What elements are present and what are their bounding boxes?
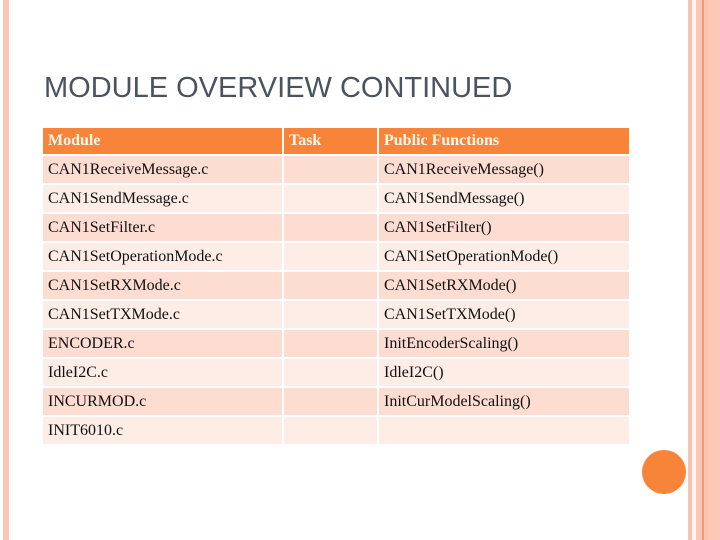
cell-functions: CAN1SetOperationMode() (379, 243, 629, 270)
cell-module: CAN1SetFilter.c (43, 214, 282, 241)
header-task: Task (284, 128, 377, 154)
cell-functions: CAN1SetRXMode() (379, 272, 629, 299)
cell-task (284, 214, 377, 241)
left-decorative-stripe (3, 0, 9, 540)
table-row: CAN1SendMessage.c CAN1SendMessage() (43, 185, 629, 212)
cell-task (284, 301, 377, 328)
cell-task (284, 243, 377, 270)
cell-task (284, 330, 377, 357)
cell-module: CAN1SetOperationMode.c (43, 243, 282, 270)
table-row: INIT6010.c (43, 417, 629, 444)
table-row: IdleI2C.c IdleI2C() (43, 359, 629, 386)
slide-title: MODULE OVERVIEW CONTINUED (44, 72, 513, 104)
table-row: CAN1SetFilter.c CAN1SetFilter() (43, 214, 629, 241)
cell-module: IdleI2C.c (43, 359, 282, 386)
header-module: Module (43, 128, 282, 154)
right-decorative-stripe (708, 0, 720, 540)
cell-functions: CAN1ReceiveMessage() (379, 156, 629, 183)
cell-functions (379, 417, 629, 444)
table-row: INCURMOD.c InitCurModelScaling() (43, 388, 629, 415)
cell-module: ENCODER.c (43, 330, 282, 357)
cell-functions: InitEncoderScaling() (379, 330, 629, 357)
cell-functions: CAN1SendMessage() (379, 185, 629, 212)
table-row: CAN1SetTXMode.c CAN1SetTXMode() (43, 301, 629, 328)
header-public-functions: Public Functions (379, 128, 629, 154)
cell-functions: IdleI2C() (379, 359, 629, 386)
cell-functions: InitCurModelScaling() (379, 388, 629, 415)
table-row: CAN1SetOperationMode.c CAN1SetOperationM… (43, 243, 629, 270)
table-row: ENCODER.c InitEncoderScaling() (43, 330, 629, 357)
cell-module: CAN1SendMessage.c (43, 185, 282, 212)
table-row: CAN1SetRXMode.c CAN1SetRXMode() (43, 272, 629, 299)
table-header-row: Module Task Public Functions (43, 128, 629, 154)
cell-task (284, 388, 377, 415)
cell-module: CAN1SetRXMode.c (43, 272, 282, 299)
cell-module: CAN1SetTXMode.c (43, 301, 282, 328)
cell-functions: CAN1SetTXMode() (379, 301, 629, 328)
module-overview-table: Module Task Public Functions CAN1Receive… (41, 126, 631, 446)
cell-functions: CAN1SetFilter() (379, 214, 629, 241)
cell-task (284, 272, 377, 299)
cell-task (284, 156, 377, 183)
decorative-orange-circle (642, 450, 686, 494)
table-row: CAN1ReceiveMessage.c CAN1ReceiveMessage(… (43, 156, 629, 183)
cell-task (284, 185, 377, 212)
cell-module: INCURMOD.c (43, 388, 282, 415)
cell-module: INIT6010.c (43, 417, 282, 444)
cell-module: CAN1ReceiveMessage.c (43, 156, 282, 183)
cell-task (284, 417, 377, 444)
cell-task (284, 359, 377, 386)
